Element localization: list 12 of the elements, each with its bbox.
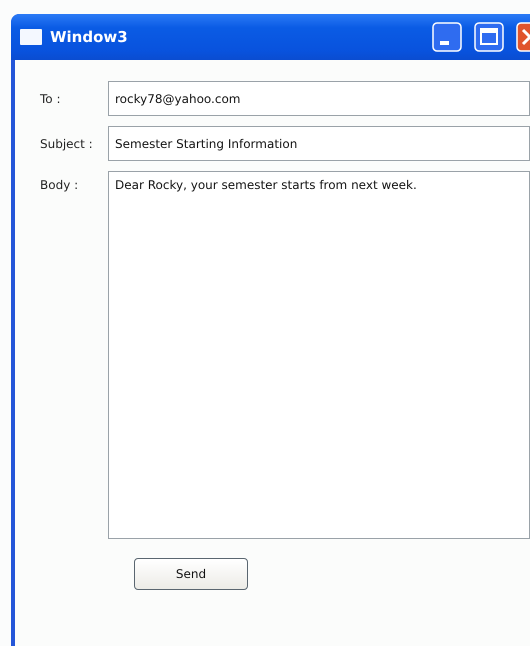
send-button[interactable]: Send (134, 558, 248, 590)
input-field[interactable]: Semester Starting Information (108, 126, 530, 161)
field-label: To : (40, 92, 62, 106)
input-field[interactable]: rocky78@yahoo.com (108, 81, 530, 116)
body-field[interactable]: Dear Rocky, your semester starts from next week. (108, 171, 530, 539)
window-icon (20, 29, 42, 45)
minimize-icon[interactable] (432, 22, 462, 52)
field-label: Subject : (40, 136, 94, 150)
window-title: Window3 (50, 28, 128, 46)
field-label: Body : (40, 177, 80, 192)
close-icon[interactable] (516, 22, 530, 52)
maximize-icon[interactable] (474, 22, 504, 52)
